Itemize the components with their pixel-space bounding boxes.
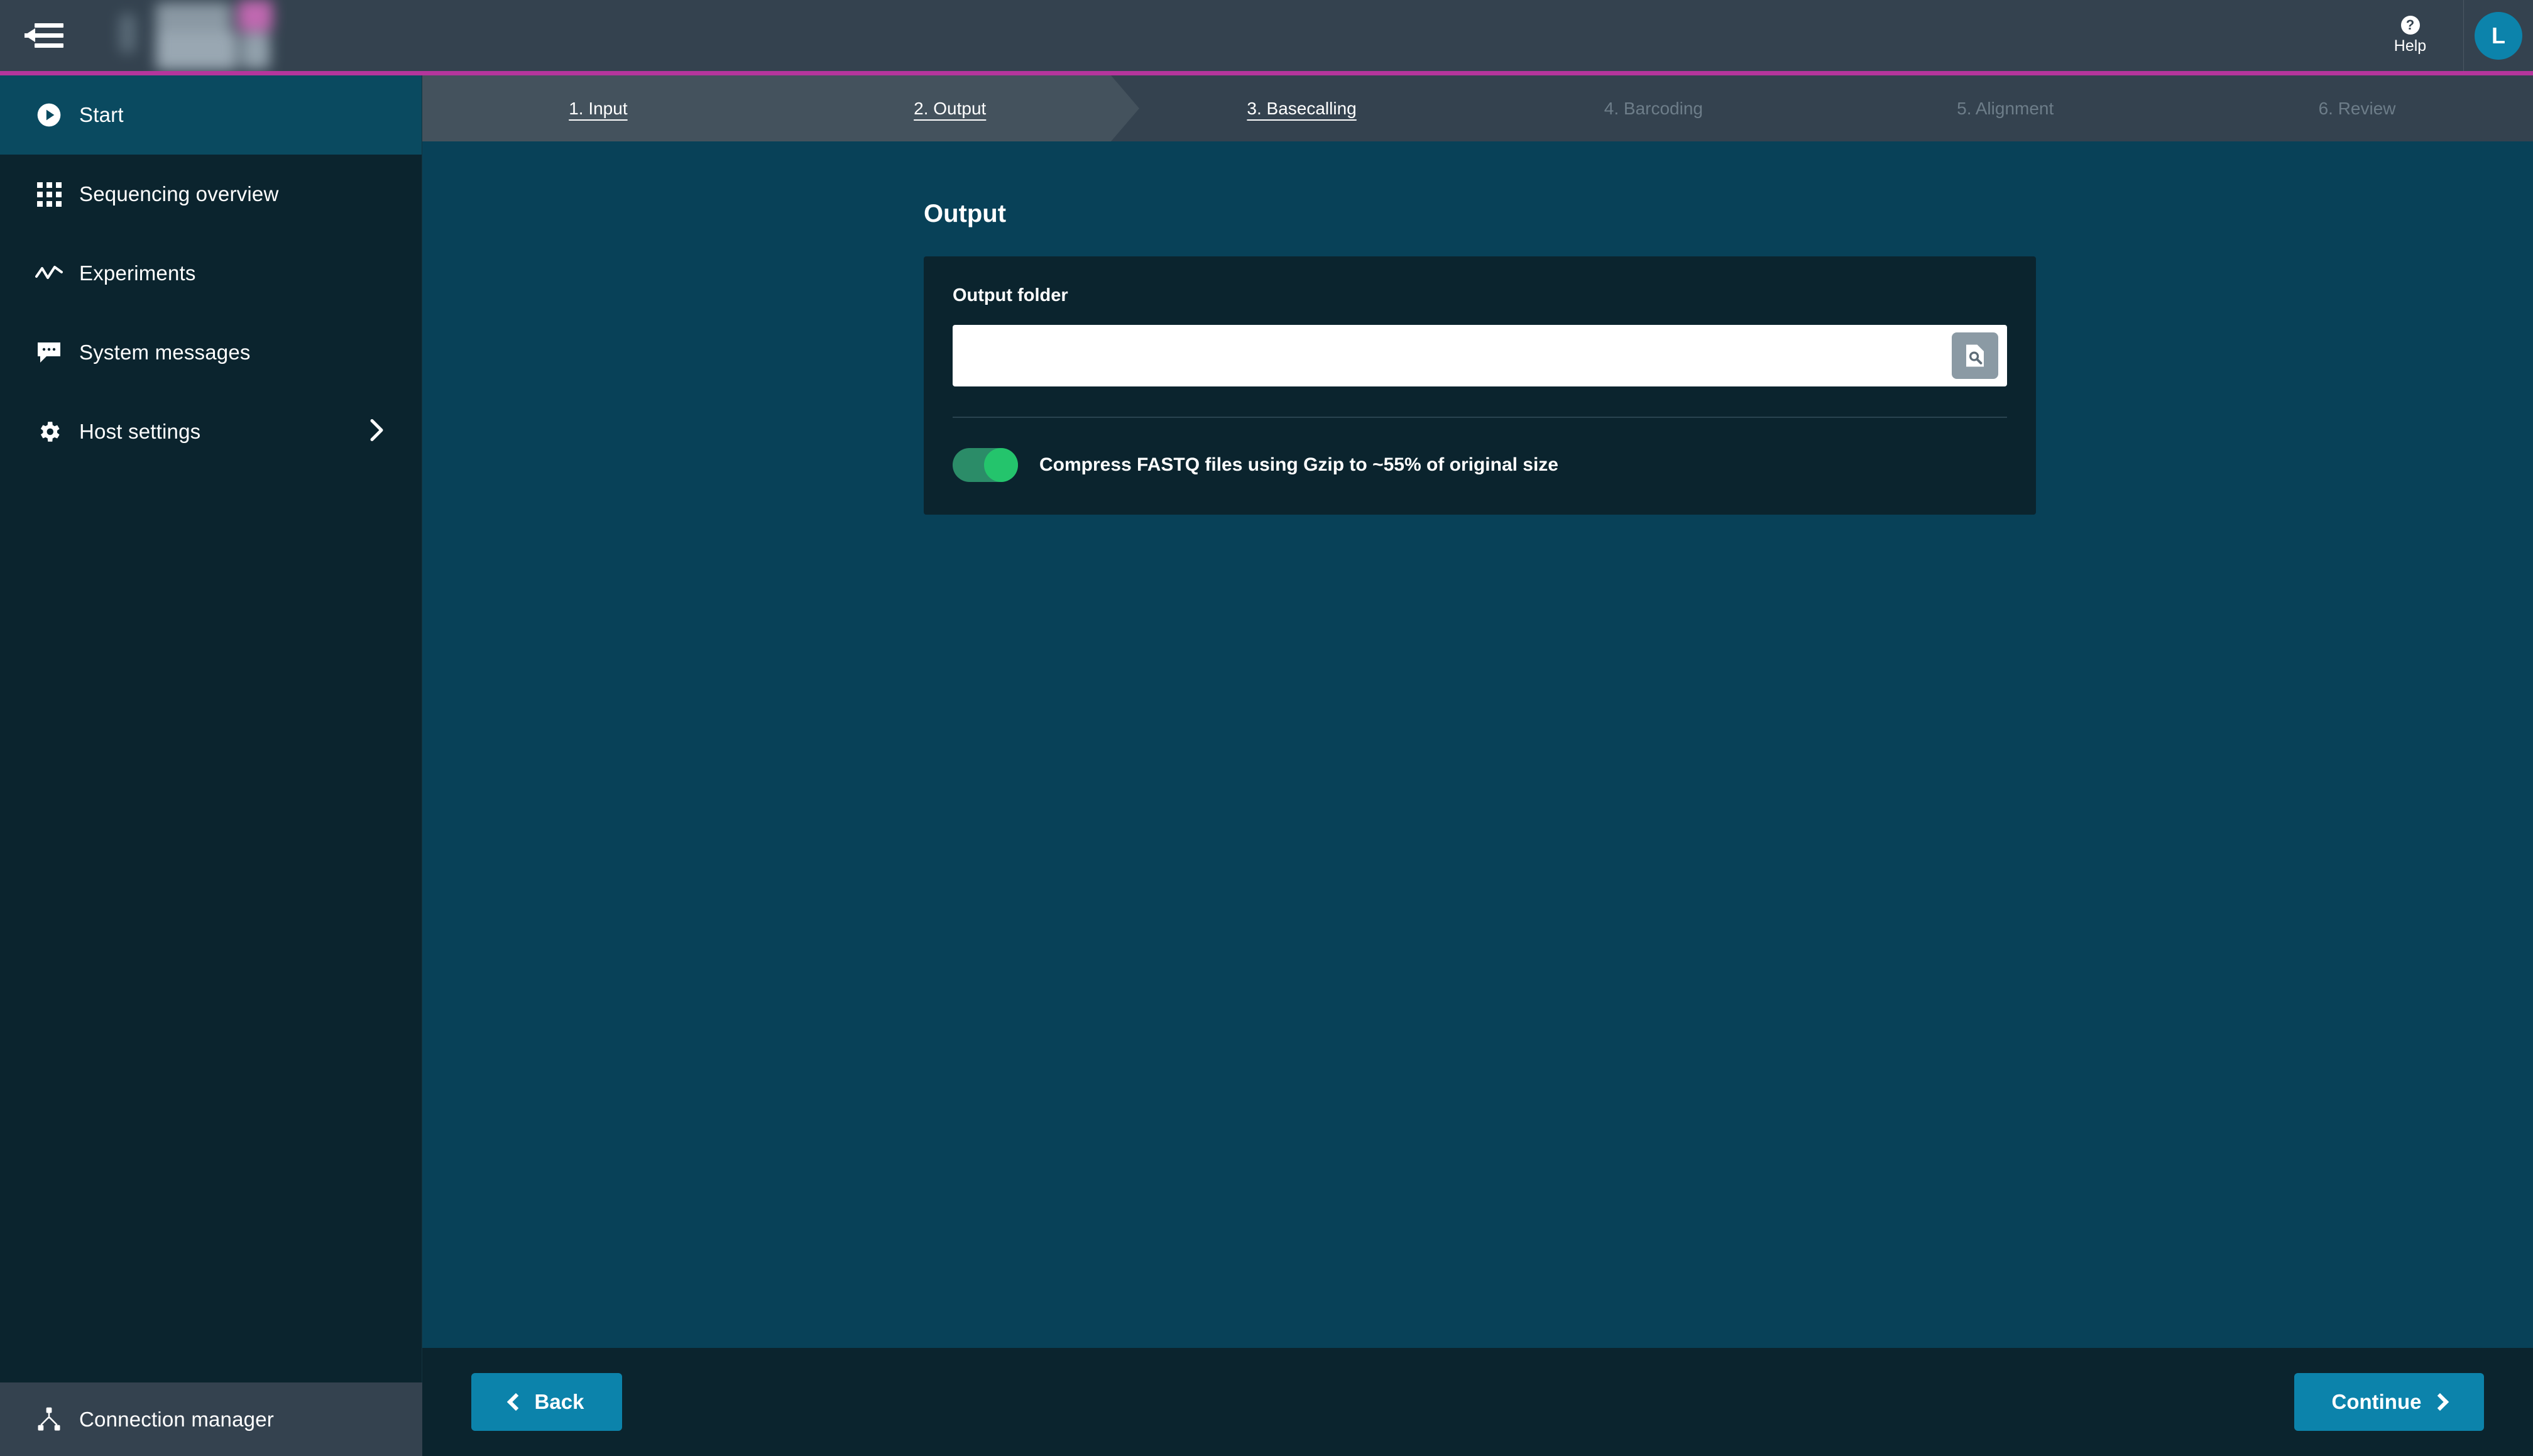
avatar[interactable]: L (2464, 0, 2533, 71)
chevron-right-icon (2431, 1393, 2449, 1411)
sidebar-item-label: Host settings (79, 420, 201, 443)
grid-dots-icon (19, 182, 79, 207)
output-settings-card: Output folder Compress FASTQ files using… (924, 256, 2036, 515)
sidebar-item-sequencing-overview[interactable]: Sequencing overview (0, 155, 422, 234)
chevron-right-icon (369, 418, 385, 446)
step-input[interactable]: 1. Input (422, 75, 774, 141)
accent-divider (0, 71, 2533, 75)
speech-bubble-icon (19, 341, 79, 364)
back-button-label: Back (534, 1390, 584, 1413)
connection-node-icon (19, 1406, 79, 1433)
continue-button[interactable]: Continue (2294, 1373, 2484, 1431)
avatar-initial: L (2475, 11, 2522, 60)
sidebar-item-host-settings[interactable]: Host settings (0, 392, 422, 471)
sidebar-item-label: Experiments (79, 261, 196, 285)
output-folder-field (953, 325, 2007, 386)
step-basecalling[interactable]: 3. Basecalling (1126, 75, 1478, 141)
compress-fastq-toggle[interactable] (953, 448, 1018, 482)
question-mark-icon: ? (2400, 16, 2420, 35)
collapse-sidebar-button[interactable] (0, 0, 88, 71)
application-window: ? Help L Start Sequencing overview Exper… (0, 0, 2533, 1456)
sidebar-item-experiments[interactable]: Experiments (0, 234, 422, 313)
file-browse-button[interactable] (1952, 332, 1998, 379)
sidebar-item-label: Sequencing overview (79, 182, 279, 205)
sidebar-item-label: System messages (79, 341, 251, 364)
sidebar-footer-label: Connection manager (79, 1407, 274, 1431)
back-button[interactable]: Back (471, 1373, 622, 1431)
sidebar-item-system-messages[interactable]: System messages (0, 313, 422, 392)
main-content: Output Output folder Compress FASTQ file… (422, 141, 2533, 1348)
sidebar-item-label: Start (79, 103, 124, 126)
wizard-step-bar: 1. Input 2. Output 3. Basecalling 4. Bar… (422, 75, 2533, 141)
collapse-sidebar-icon (25, 22, 63, 50)
help-label: Help (2393, 37, 2427, 55)
app-logo (107, 0, 289, 71)
chevron-left-icon (506, 1393, 525, 1411)
toggle-knob (984, 448, 1018, 482)
output-folder-label: Output folder (953, 285, 1068, 305)
step-barcoding: 4. Barcoding (1604, 98, 1703, 118)
help-button[interactable]: ? Help (2357, 0, 2464, 71)
line-chart-icon (19, 264, 79, 283)
file-browse-icon (1966, 344, 1984, 367)
output-folder-input[interactable] (953, 325, 2007, 386)
play-circle-icon (19, 102, 79, 128)
page-title: Output (924, 200, 1007, 227)
gear-icon (19, 419, 79, 445)
sidebar-navigation: Start Sequencing overview Experiments Sy… (0, 75, 422, 1456)
header-actions: ? Help L (2357, 0, 2533, 71)
compress-fastq-row: Compress FASTQ files using Gzip to ~55% … (953, 448, 2007, 482)
step-review: 6. Review (2318, 98, 2396, 118)
card-divider (953, 417, 2007, 418)
step-output[interactable]: 2. Output (774, 75, 1126, 141)
wizard-footer: Back Continue (422, 1348, 2533, 1456)
sidebar-item-connection-manager[interactable]: Connection manager (0, 1382, 422, 1456)
continue-button-label: Continue (2331, 1390, 2422, 1413)
sidebar-item-start[interactable]: Start (0, 75, 422, 155)
step-alignment: 5. Alignment (1957, 98, 2054, 118)
compress-fastq-label: Compress FASTQ files using Gzip to ~55% … (1039, 454, 1558, 475)
step-list: 1. Input 2. Output 3. Basecalling 4. Bar… (422, 75, 2533, 141)
top-header-bar: ? Help L (0, 0, 2533, 71)
